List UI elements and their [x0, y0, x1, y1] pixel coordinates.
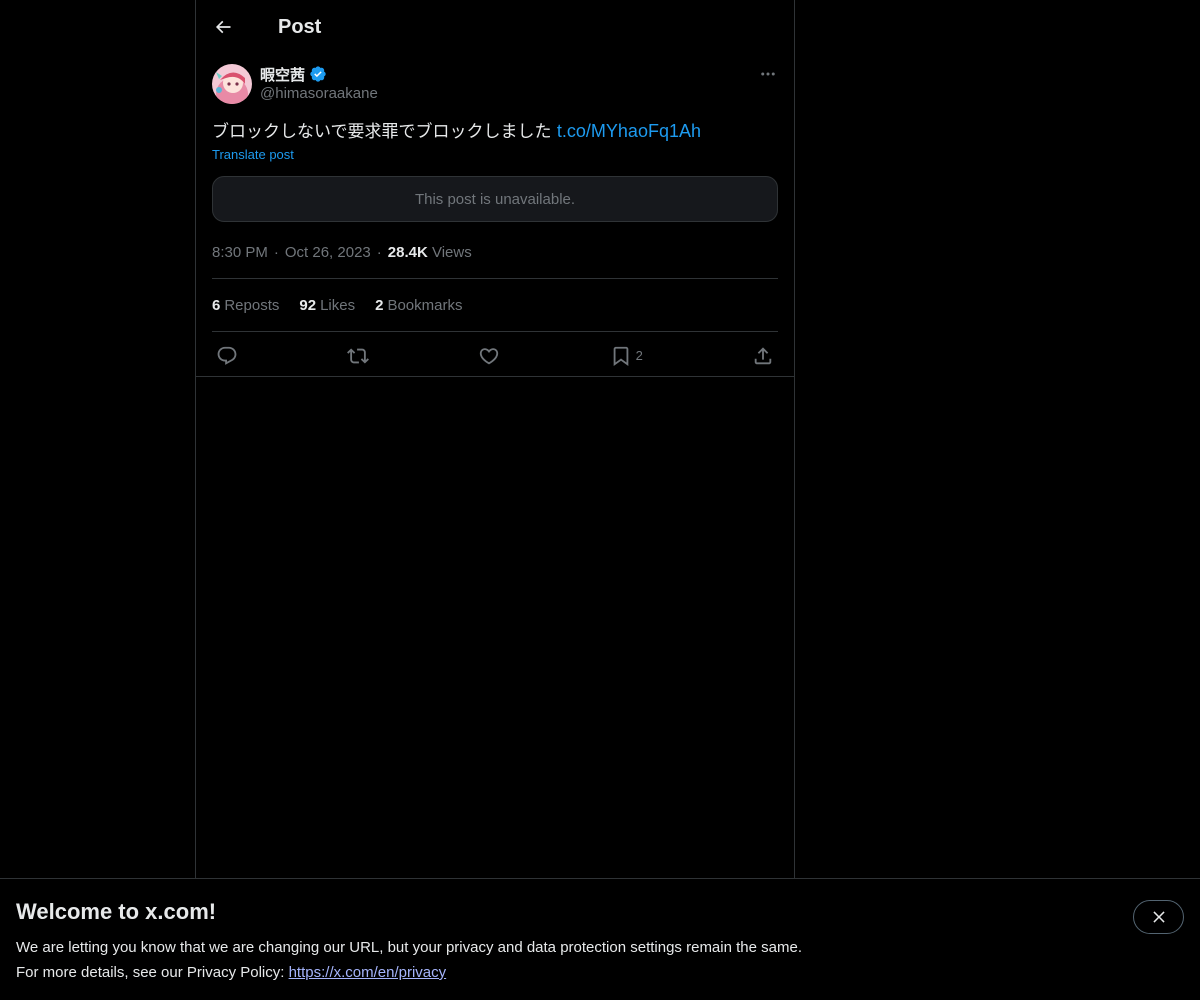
- verified-badge-icon: [310, 66, 326, 82]
- divider: [196, 376, 794, 377]
- bookmark-icon: [613, 346, 628, 366]
- close-icon: [1152, 911, 1165, 923]
- banner-line2: For more details, see our Privacy Policy…: [16, 960, 802, 985]
- post-stats: 6 Reposts 92 Likes 2 Bookmarks: [212, 279, 778, 331]
- top-bar: Post: [196, 0, 794, 54]
- banner-close-button[interactable]: [1133, 900, 1184, 934]
- privacy-policy-link[interactable]: https://x.com/en/privacy: [289, 964, 447, 981]
- reposts-label: Reposts: [224, 296, 280, 314]
- likes-label: Likes: [320, 296, 356, 314]
- quoted-post-unavailable: This post is unavailable.: [212, 176, 778, 222]
- post: 暇空茜 @himasoraakane ブロックしないで要求罪でブロックしました …: [196, 64, 794, 379]
- author-row: 暇空茜 @himasoraakane: [212, 64, 778, 104]
- share-button[interactable]: [752, 345, 774, 367]
- page-title: Post: [278, 15, 322, 38]
- more-dots-icon: [761, 72, 775, 76]
- repost-button[interactable]: [347, 345, 370, 367]
- author-names: 暇空茜 @himasoraakane: [260, 64, 378, 102]
- views-count: 28.4K: [387, 243, 428, 261]
- like-button[interactable]: [478, 345, 500, 367]
- action-bar: 2: [212, 332, 778, 379]
- views-label: Views: [431, 243, 472, 261]
- display-name-row: 暇空茜: [260, 64, 378, 84]
- banner-line2-prefix: For more details, see our Privacy Policy…: [16, 964, 289, 981]
- share-icon: [754, 346, 772, 364]
- repost-icon: [347, 348, 370, 363]
- post-time[interactable]: 8:30 PM: [212, 244, 268, 261]
- meta-separator: ·: [376, 243, 382, 261]
- views: 28.4K Views: [388, 244, 472, 261]
- bookmarks-stat[interactable]: 2 Bookmarks: [375, 297, 462, 314]
- likes-stat[interactable]: 92 Likes: [299, 297, 355, 314]
- meta-separator: ·: [273, 243, 279, 261]
- banner-title: Welcome to x.com!: [16, 899, 217, 924]
- avatar[interactable]: [212, 64, 252, 104]
- post-body: ブロックしないで要求罪でブロックしました: [212, 122, 557, 142]
- reposts-stat[interactable]: 6 Reposts: [212, 297, 279, 314]
- bookmarks-label: Bookmarks: [387, 296, 463, 314]
- bookmark-button[interactable]: 2: [610, 345, 643, 367]
- display-name[interactable]: 暇空茜: [260, 64, 305, 85]
- reply-button[interactable]: [216, 345, 238, 367]
- more-button[interactable]: [758, 64, 778, 84]
- avatar-image: [212, 64, 252, 104]
- bookmark-count: 2: [635, 348, 643, 363]
- bookmarks-count: 2: [375, 296, 384, 314]
- post-date[interactable]: Oct 26, 2023: [285, 244, 371, 261]
- heart-icon: [480, 347, 499, 364]
- back-button[interactable]: [206, 10, 240, 44]
- likes-count: 92: [299, 296, 317, 314]
- post-link[interactable]: t.co/MYhaoFq1Ah: [557, 121, 701, 141]
- post-text: ブロックしないで要求罪でブロックしました t.co/MYhaoFq1Ah: [212, 120, 778, 143]
- reply-icon: [217, 346, 237, 365]
- banner-text: We are letting you know that we are chan…: [16, 935, 802, 985]
- reposts-count: 6: [212, 296, 221, 314]
- banner-line1: We are letting you know that we are chan…: [16, 939, 802, 956]
- handle[interactable]: @himasoraakane: [260, 85, 378, 102]
- post-meta: 8:30 PM · Oct 26, 2023 · 28.4K Views: [212, 242, 778, 262]
- arrow-left-icon: [215, 20, 231, 34]
- translate-post-link[interactable]: Translate post: [212, 147, 294, 162]
- main-column: Post 暇空茜 @himasoraakane ブロックしないで要求罪でブロック…: [195, 0, 795, 878]
- welcome-banner: Welcome to x.com! We are letting you kno…: [0, 878, 1200, 1000]
